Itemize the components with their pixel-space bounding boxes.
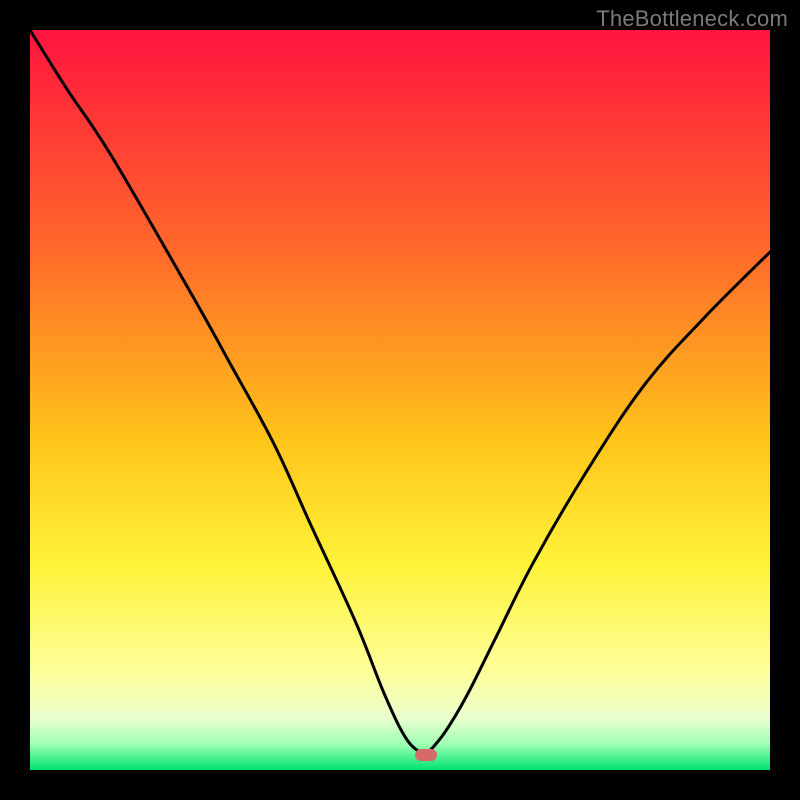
- plot-area: [30, 30, 770, 770]
- chart-frame: TheBottleneck.com: [0, 0, 800, 800]
- minimum-marker: [415, 749, 437, 761]
- plot-svg: [30, 30, 770, 770]
- gradient-background: [30, 30, 770, 770]
- watermark-text: TheBottleneck.com: [596, 6, 788, 32]
